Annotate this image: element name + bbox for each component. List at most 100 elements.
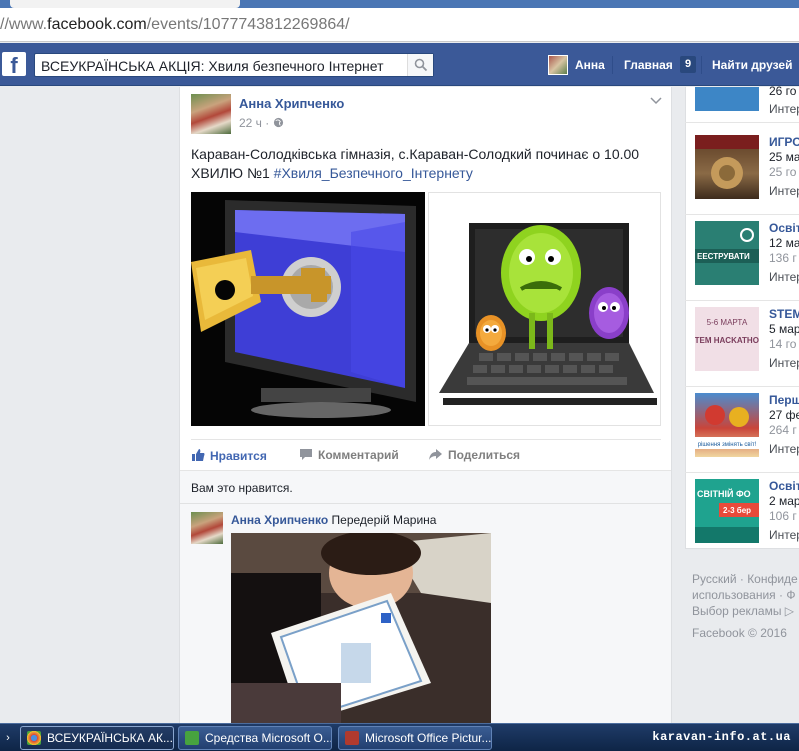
likes-summary: Вам это нравится.: [191, 481, 293, 495]
post-image-laptop-viruses[interactable]: [428, 192, 661, 426]
footer-links-2[interactable]: использования · Ф: [692, 588, 795, 602]
site-watermark: karavan-info.at.ua: [652, 730, 791, 744]
event-thumb-graphic: 5-6 МАРТА STEM HACKATHON: [689, 318, 765, 345]
search-icon: [414, 58, 428, 72]
post-options-chevron-icon[interactable]: [650, 96, 662, 106]
event-thumb-graphic: СВІТНІЙ ФО 2-3 бер: [695, 488, 759, 543]
taskbar-item-label: ВСЕУКРАЇНСЬКА АК...: [47, 731, 173, 745]
nav-home-link[interactable]: Главная: [624, 58, 673, 72]
taskbar-item-office-tools[interactable]: Средства Microsoft O...: [178, 726, 332, 750]
os-taskbar: › ВСЕУКРАЇНСЬКА АК... Средства Microsoft…: [0, 723, 799, 751]
event-thumbnail[interactable]: ЕЕСТРУВАТИ: [695, 221, 759, 285]
event-title[interactable]: Освіт: [769, 479, 799, 493]
event-thumbnail[interactable]: [695, 87, 759, 111]
event-title[interactable]: ИГРО: [769, 135, 799, 149]
event-interest[interactable]: Интер: [769, 184, 799, 198]
share-arrow-icon: [429, 449, 442, 460]
comment-author-name[interactable]: Анна Хрипченко: [231, 513, 328, 527]
comment-author-avatar[interactable]: [191, 512, 223, 544]
event-thumbnail[interactable]: рішення змінять світ!: [695, 393, 759, 457]
search-button[interactable]: [407, 54, 433, 76]
event-interest[interactable]: Интер: [769, 102, 799, 116]
event-interest[interactable]: Интер: [769, 528, 799, 542]
like-button[interactable]: Нравится: [191, 448, 267, 463]
search-input[interactable]: ВСЕУКРАЇНСЬКА АКЦІЯ: Хвиля безпечного Ін…: [41, 58, 384, 74]
home-count-badge: 9: [680, 56, 696, 73]
post-meta: 22 ч ·: [239, 116, 284, 130]
event-item[interactable]: 26 го Интер: [685, 84, 799, 123]
like-label: Нравится: [210, 449, 267, 463]
chrome-icon: [27, 731, 41, 745]
comment-label: Комментарий: [318, 448, 399, 462]
footer-links-1[interactable]: Русский · Конфиде: [692, 572, 798, 586]
taskbar-expand-arrow-icon[interactable]: ›: [0, 724, 16, 751]
event-date: 26 го: [769, 84, 797, 98]
browser-tab[interactable]: [10, 0, 240, 8]
event-thumb-graphic: рішення змінять світ!: [695, 405, 759, 449]
event-attendees: 25 го: [769, 165, 797, 179]
page-footer: Русский · Конфиде использования · Ф Выбо…: [692, 571, 798, 641]
feedback-divider: [180, 503, 671, 504]
browser-tabstrip: [0, 0, 799, 8]
event-item[interactable]: ИГРО 25 ма 25 го Интер: [685, 129, 799, 215]
girl-with-certificate-photo: [231, 533, 491, 723]
event-interest[interactable]: Интер: [769, 442, 799, 456]
thumbs-up-icon: [192, 449, 205, 461]
event-thumbnail[interactable]: [695, 135, 759, 199]
hashtag-link[interactable]: #Хвиля_Безпечного_Інтернету: [274, 165, 473, 181]
event-attendees: 264 г: [769, 423, 797, 437]
screen: //www.facebook.com/events/10777438122698…: [0, 0, 799, 751]
nav-divider: [612, 56, 613, 74]
comment-button[interactable]: Комментарий: [299, 448, 399, 462]
url-prefix: //www.: [0, 16, 48, 33]
post-author-avatar[interactable]: [191, 94, 231, 134]
event-item[interactable]: рішення змінять світ! Перш 27 фе 264 г И…: [685, 387, 799, 473]
event-date: 5 мар: [769, 322, 799, 336]
post-action-bar: Нравится Комментарий Поделиться: [191, 439, 661, 469]
meta-separator: ·: [265, 116, 270, 130]
nav-user-name[interactable]: Анна: [575, 58, 605, 72]
event-interest[interactable]: Интер: [769, 270, 799, 284]
url-path: /events/1077743812269864/: [146, 16, 350, 33]
event-item[interactable]: СВІТНІЙ ФО 2-3 бер Освіт 2 мар 106 г Инте…: [685, 473, 799, 559]
event-title[interactable]: Перш: [769, 393, 799, 407]
taskbar-item-label: Microsoft Office Pictur...: [365, 731, 492, 745]
event-thumbnail[interactable]: СВІТНІЙ ФО 2-3 бер: [695, 479, 759, 543]
comment-header: Анна Хрипченко Передерій Марина: [231, 513, 436, 527]
picture-manager-icon: [345, 731, 359, 745]
taskbar-item-browser[interactable]: ВСЕУКРАЇНСЬКА АК...: [20, 726, 174, 750]
office-tools-icon: [185, 731, 199, 745]
taskbar-item-label: Средства Microsoft O...: [205, 731, 332, 745]
event-interest[interactable]: Интер: [769, 356, 799, 370]
laptop-viruses-illustration: [429, 193, 660, 425]
address-bar[interactable]: //www.facebook.com/events/10777438122698…: [0, 8, 799, 42]
event-item[interactable]: ЕЕСТРУВАТИ Освіт 12 ма 136 г Интер: [685, 215, 799, 301]
url-domain: facebook.com: [47, 16, 147, 33]
event-title[interactable]: STEM: [769, 307, 799, 321]
nav-divider: [701, 56, 702, 74]
comment-icon: [300, 449, 312, 460]
footer-links-3[interactable]: Выбор рекламы ▷: [692, 604, 794, 618]
event-thumb-text: рішення змінять світ!: [698, 442, 757, 448]
post-time[interactable]: 22 ч: [239, 116, 262, 130]
comment-photo[interactable]: [231, 533, 491, 723]
event-thumb-text-top: 5-6 МАРТА: [707, 318, 748, 327]
event-date: 2 мар: [769, 494, 799, 508]
search-box[interactable]: ВСЕУКРАЇНСЬКА АКЦІЯ: Хвиля безпечного Ін…: [34, 53, 434, 77]
comment-tagged-name[interactable]: Передерій Марина: [332, 513, 437, 527]
facebook-logo-icon[interactable]: f: [2, 52, 26, 76]
footer-copyright: Facebook © 2016: [692, 626, 787, 640]
nav-find-friends-link[interactable]: Найти друзей: [712, 58, 792, 72]
post-image-monitor-key[interactable]: [191, 192, 425, 426]
url-text[interactable]: //www.facebook.com/events/10777438122698…: [0, 16, 350, 34]
share-button[interactable]: Поделиться: [428, 448, 520, 462]
post-author-name[interactable]: Анна Хрипченко: [239, 96, 344, 111]
event-thumb-graphic: ЕЕСТРУВАТИ: [695, 228, 759, 263]
event-thumbnail[interactable]: 5-6 МАРТА STEM HACKATHON: [689, 307, 765, 371]
event-thumb-text-bottom: 2-3 бер: [723, 506, 751, 515]
event-item[interactable]: 5-6 МАРТА STEM HACKATHON STEM 5 мар 14 г…: [685, 301, 799, 387]
user-avatar[interactable]: [548, 55, 568, 75]
taskbar-item-picture-manager[interactable]: Microsoft Office Pictur...: [338, 726, 492, 750]
event-date: 25 ма: [769, 150, 799, 164]
event-title[interactable]: Освіт: [769, 221, 799, 235]
